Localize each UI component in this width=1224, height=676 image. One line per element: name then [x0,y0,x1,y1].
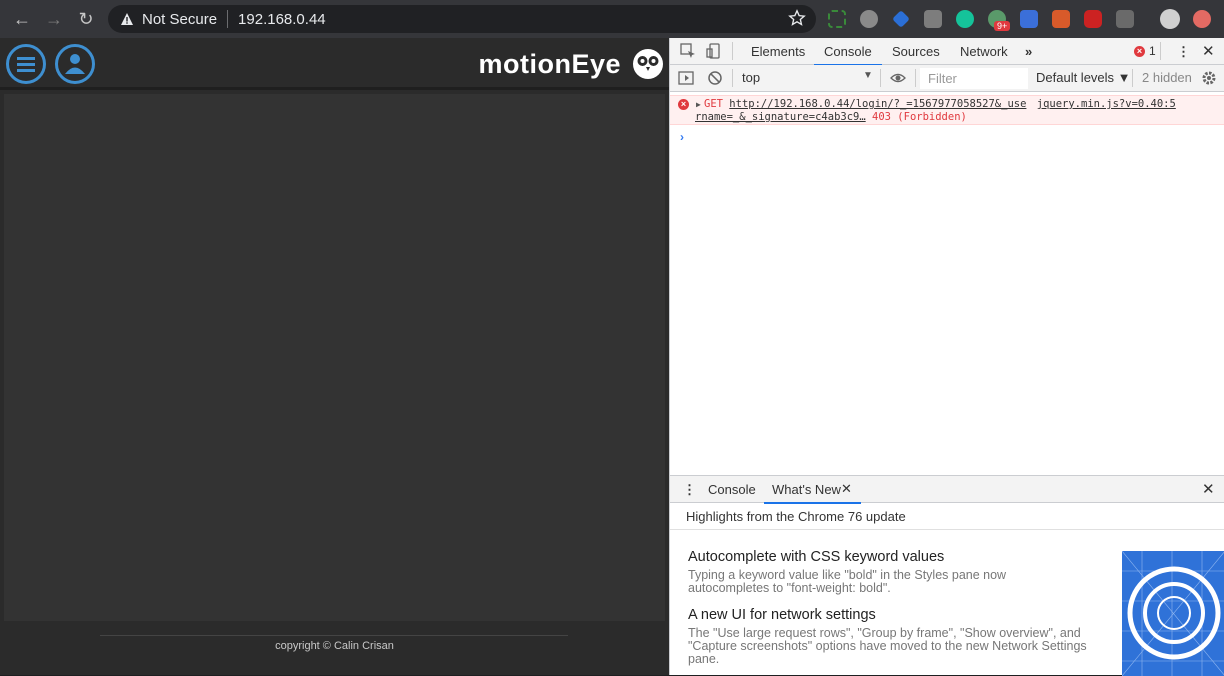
feature-description: Typing a keyword value like "bold" in th… [688,568,1007,595]
bookmark-star-icon[interactable] [788,9,806,27]
copyright-text: copyright © Calin Crisan [275,640,394,652]
warning-icon [121,13,133,25]
html5-extension-icon[interactable] [1052,10,1070,28]
inspect-element-icon[interactable] [680,43,696,59]
camera-area [4,94,665,621]
console-error-message[interactable]: × ▶ GET http://192.168.0.44/login/?_=156… [670,95,1224,125]
kebab-menu-icon[interactable]: ⋮ [1177,44,1190,60]
error-counter[interactable]: × 1 [1134,44,1156,58]
divider [1160,42,1161,60]
owl-logo-icon [633,49,663,79]
screenshot-extension-icon[interactable] [828,10,846,28]
device-toolbar-icon[interactable] [706,43,722,59]
gear-icon[interactable] [1201,70,1217,86]
tab-sources[interactable]: Sources [892,44,940,59]
skype-extension-icon[interactable] [860,10,878,28]
chrome-devtools-graphic-icon [1122,551,1224,676]
hidden-messages-count: 2 hidden [1142,70,1192,85]
more-tabs-icon[interactable]: » [1025,44,1032,59]
update-icon[interactable] [1193,10,1211,28]
request-url-continuation[interactable]: rname=_&_signature=c4ab3c9… [695,111,866,123]
whats-new-thumbnail [1122,551,1224,676]
youtube-extension-icon[interactable] [1084,10,1102,28]
divider [915,69,916,87]
source-file-link[interactable]: jquery.min.js?v=0.40:5 [1037,98,1176,110]
user-button[interactable] [55,44,95,84]
feature-title[interactable]: A new UI for network settings [688,607,876,623]
devtools-drawer: ⋮ Console What's New ✕ ✕ Highlights from… [670,475,1224,676]
request-method: GET [704,98,723,110]
feature-description: The "Use large request rows", "Group by … [688,626,1087,666]
security-label[interactable]: Not Secure [142,11,217,28]
log-levels-dropdown[interactable]: Default levels ▼ [1036,70,1131,85]
close-devtools-icon[interactable]: ✕ [1202,42,1215,60]
divider [227,10,229,28]
url-text[interactable]: 192.168.0.44 [238,11,326,28]
devtools-panel: Elements Console Sources Network » × 1 ⋮… [669,38,1224,676]
grammarly-extension-icon[interactable] [956,10,974,28]
tab-elements[interactable]: Elements [751,44,805,59]
error-icon: × [1134,45,1145,57]
sidebar-toggle-icon[interactable] [678,70,694,86]
forward-icon[interactable]: → [44,9,64,29]
context-selector[interactable]: top [742,70,876,85]
whats-new-heading: Highlights from the Chrome 76 update [670,503,1224,530]
drawer-tab-console[interactable]: Console [708,482,756,497]
filter-input[interactable]: Filter [920,68,1028,89]
console-prompt[interactable]: › [680,130,684,144]
footer-divider [100,635,568,636]
tab-console[interactable]: Console [814,44,882,66]
live-expression-eye-icon[interactable] [890,70,906,86]
main-menu-button[interactable] [6,44,46,84]
divider [732,42,733,60]
binoculars-extension-icon[interactable] [1020,10,1038,28]
divider [880,69,881,87]
drawer-tab-bar: ⋮ Console What's New ✕ ✕ [670,476,1224,504]
drawer-tab-whats-new[interactable]: What's New [764,482,861,504]
error-line-2: rname=_&_signature=c4ab3c9… 403 (Forbidd… [695,111,967,123]
motioneye-header: motionEye [0,38,669,90]
devtools-tab-bar: Elements Console Sources Network » × 1 ⋮… [670,38,1224,66]
clear-console-icon[interactable] [707,70,723,86]
console-output: × ▶ GET http://192.168.0.44/login/?_=156… [670,92,1224,475]
close-drawer-icon[interactable]: ✕ [1202,480,1215,498]
motioneye-footer: copyright © Calin Crisan [0,621,669,675]
error-count: 1 [1149,44,1156,58]
profile-avatar-icon[interactable] [1160,9,1180,29]
user-icon [65,54,85,74]
request-url-link[interactable]: http://192.168.0.44/login/?_=15679770585… [729,98,1026,110]
http-status: 403 (Forbidden) [872,111,967,123]
back-icon[interactable]: ← [12,9,32,29]
error-icon: × [678,99,689,110]
divider [1132,69,1133,87]
feature-title[interactable]: Autocomplete with CSS keyword values [688,549,944,565]
error-line-1: GET http://192.168.0.44/login/?_=1567977… [704,98,1176,110]
drawer-menu-icon[interactable]: ⋮ [683,482,696,498]
console-toolbar: top ▼ Filter Default levels ▼ 2 hidden [670,65,1224,92]
chevron-down-icon[interactable]: ▼ [863,70,873,81]
tab-network[interactable]: Network [960,44,1008,59]
comment-extension-icon[interactable] [924,10,942,28]
browser-toolbar: ← → ↻ Not Secure 192.168.0.44 9+ [0,0,1224,38]
motioneye-logo: motionEye [478,49,621,79]
divider [732,69,733,87]
close-tab-icon[interactable]: ✕ [841,481,852,497]
reload-icon[interactable]: ↻ [76,9,96,29]
expand-triangle-icon[interactable]: ▶ [696,100,701,109]
motioneye-page: motionEye copyright © Calin Crisan [0,38,669,675]
address-bar[interactable]: Not Secure 192.168.0.44 [108,5,816,33]
tb-extension-icon[interactable] [1116,10,1134,28]
notification-badge: 9+ [994,21,1011,31]
hamburger-icon [17,57,35,72]
dropbox-extension-icon[interactable] [892,10,910,28]
